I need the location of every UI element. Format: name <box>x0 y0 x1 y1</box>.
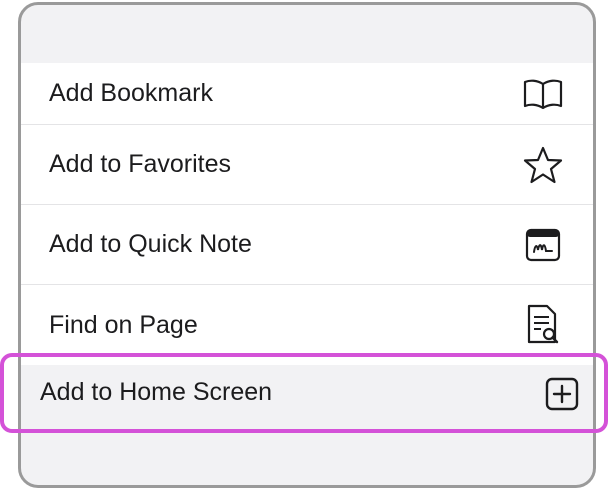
menu-item-label: Add to Favorites <box>49 150 232 178</box>
menu-item-find-on-page[interactable]: Find on Page <box>21 285 593 365</box>
menu-item-label: Add Bookmark <box>49 79 213 107</box>
menu-item-label: Add to Quick Note <box>49 230 252 258</box>
menu-item-add-to-quick-note[interactable]: Add to Quick Note <box>21 205 593 285</box>
star-icon <box>521 143 565 187</box>
share-sheet-panel: Add Bookmark Add to Favorites Add to Qui… <box>18 2 596 488</box>
find-on-page-icon <box>521 303 565 347</box>
menu-item-add-bookmark[interactable]: Add Bookmark <box>21 63 593 125</box>
action-menu: Add Bookmark Add to Favorites Add to Qui… <box>21 63 593 365</box>
menu-item-label: Find on Page <box>49 310 198 339</box>
quick-note-icon <box>521 223 565 267</box>
plus-square-icon <box>544 376 584 416</box>
menu-item-add-to-favorites[interactable]: Add to Favorites <box>21 125 593 205</box>
menu-item-add-to-home-screen[interactable]: Add to Home Screen <box>40 378 272 407</box>
book-icon <box>521 72 565 116</box>
